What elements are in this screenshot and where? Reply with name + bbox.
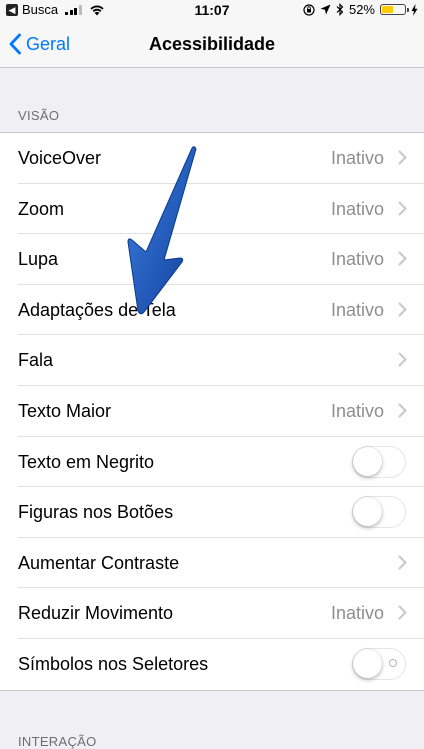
settings-row-figuras-nos-botoes[interactable]: Figuras nos Botões [0, 487, 424, 538]
row-value: Inativo [330, 299, 384, 320]
settings-row-fala[interactable]: Fala [0, 335, 424, 386]
toggle-knob [353, 497, 382, 527]
row-value: Inativo [330, 400, 384, 421]
settings-row-zoom[interactable]: Zoom Inativo [0, 184, 424, 235]
toggle-switch[interactable] [352, 445, 406, 478]
bluetooth-icon [336, 3, 344, 16]
row-value: Inativo [330, 249, 384, 270]
row-label: Figuras nos Botões [18, 502, 174, 523]
chevron-right-icon [398, 150, 407, 165]
chevron-right-icon [398, 201, 407, 216]
charging-bolt-icon [411, 3, 418, 16]
row-label: Fala [18, 350, 54, 371]
row-value: Inativo [330, 603, 384, 624]
row-label: Texto em Negrito [18, 451, 155, 472]
toggle-knob [353, 648, 382, 678]
toggle-switch[interactable] [352, 496, 406, 529]
settings-row-texto-em-negrito[interactable]: Texto em Negrito [0, 437, 424, 488]
chevron-right-icon [398, 403, 407, 418]
status-bar: ◀ Busca 11:07 52% [0, 0, 424, 20]
chevron-right-icon [398, 302, 407, 317]
row-label: Lupa [18, 249, 59, 270]
settings-row-texto-maior[interactable]: Texto Maior Inativo [0, 386, 424, 437]
row-label: Texto Maior [18, 400, 112, 421]
settings-row-simbolos-nos-seletores[interactable]: Símbolos nos Seletores [0, 639, 424, 690]
toggle-off-label-icon [389, 658, 397, 667]
chevron-right-icon [398, 605, 407, 620]
settings-list: VoiceOver Inativo Zoom Inativo Lupa Inativo Ad… [0, 132, 424, 691]
navigation-bar: Geral Acessibilidade [0, 20, 424, 68]
row-label: Reduzir Movimento [18, 603, 174, 624]
settings-row-voiceover[interactable]: VoiceOver Inativo [0, 133, 424, 184]
chevron-right-icon [398, 555, 407, 570]
settings-row-adaptacoes-de-tela[interactable]: Adaptações de Tela Inativo [0, 285, 424, 336]
row-label: VoiceOver [18, 148, 102, 168]
row-value: Inativo [330, 148, 384, 168]
row-label: Zoom [18, 198, 65, 219]
settings-row-lupa[interactable]: Lupa Inativo [0, 234, 424, 285]
location-icon [320, 4, 331, 15]
row-label: Aumentar Contraste [18, 552, 180, 573]
settings-row-reduzir-movimento[interactable]: Reduzir Movimento Inativo [0, 588, 424, 639]
settings-row-aumentar-contraste[interactable]: Aumentar Contraste [0, 538, 424, 589]
section-header-vision: VISÃO [18, 108, 60, 123]
orientation-lock-icon [303, 3, 315, 16]
row-label: Símbolos nos Seletores [18, 653, 209, 674]
toggle-knob [353, 446, 382, 476]
row-label: Adaptações de Tela [18, 299, 176, 320]
battery-icon [380, 4, 409, 15]
row-value: Inativo [330, 198, 384, 219]
chevron-right-icon [398, 251, 407, 266]
page-title: Acessibilidade [148, 34, 276, 54]
toggle-switch[interactable] [352, 647, 406, 680]
status-right: 52% [303, 2, 418, 17]
battery-percentage: 52% [348, 2, 375, 17]
chevron-right-icon [398, 352, 407, 367]
